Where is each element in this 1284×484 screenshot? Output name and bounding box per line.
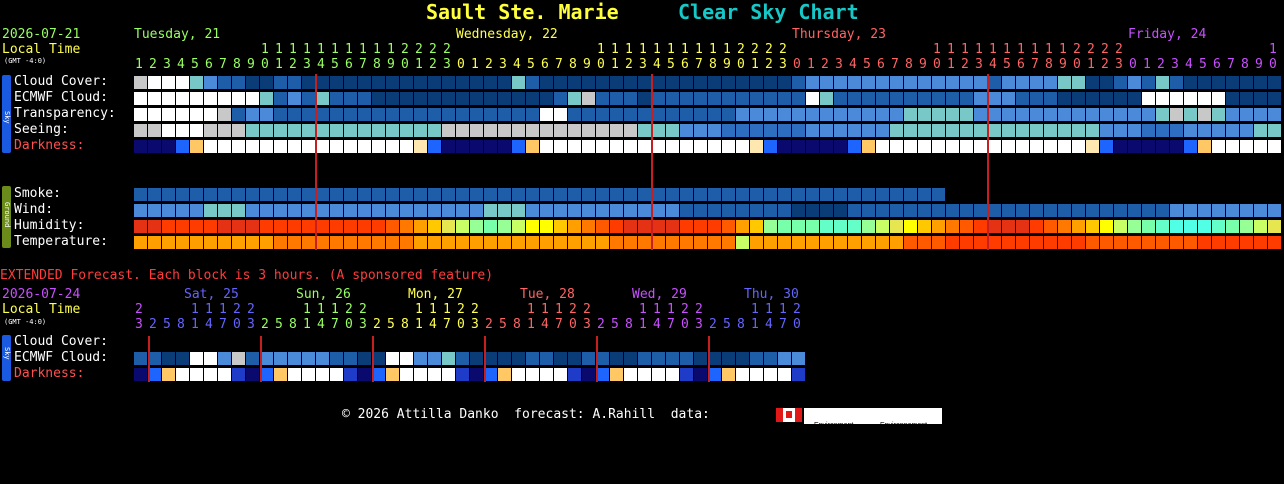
ext-darkness-block[interactable] <box>778 368 791 381</box>
ext-ecmwf-cloud-block[interactable] <box>442 352 455 365</box>
ext-darkness-block[interactable] <box>246 368 259 381</box>
ext-ecmwf-cloud-block[interactable] <box>288 352 301 365</box>
ext-ecmwf-cloud-block[interactable] <box>554 352 567 365</box>
ext-ecmwf-cloud-block[interactable] <box>722 352 735 365</box>
environment-canada-logo[interactable]: Environment Canada <box>804 408 870 450</box>
ext-darkness-block[interactable] <box>680 368 693 381</box>
ext-darkness-block[interactable] <box>414 368 427 381</box>
ext-ecmwf-cloud-block[interactable] <box>358 352 371 365</box>
ext-ecmwf-cloud-block[interactable] <box>624 352 637 365</box>
ext-ecmwf-cloud-block[interactable] <box>694 352 707 365</box>
environnement-canada-logo[interactable]: Environnement Canada <box>870 408 942 450</box>
ext-darkness-block[interactable] <box>134 368 147 381</box>
ext-darkness-block[interactable] <box>176 368 189 381</box>
ext-ecmwf-cloud-block[interactable] <box>414 352 427 365</box>
ext-darkness-block[interactable] <box>512 368 525 381</box>
ext-darkness-block[interactable] <box>190 368 203 381</box>
ext-darkness-block[interactable] <box>274 368 287 381</box>
ext-darkness-block[interactable] <box>162 368 175 381</box>
ext-darkness-block[interactable] <box>470 368 483 381</box>
footer-credit: © 2026 Attilla Danko forecast: A.Rahill … <box>342 407 710 422</box>
ext-ecmwf-cloud-block[interactable] <box>400 352 413 365</box>
ext-darkness-block[interactable] <box>288 368 301 381</box>
ext-ecmwf-cloud-block[interactable] <box>330 352 343 365</box>
ext-ecmwf-cloud-block[interactable] <box>428 352 441 365</box>
ext-ecmwf-cloud-block[interactable] <box>736 352 749 365</box>
logo2-line1: Environnement <box>880 422 928 429</box>
logo2-line2: Canada <box>880 443 905 450</box>
ext-ecmwf-cloud-block[interactable] <box>498 352 511 365</box>
ext-darkness-block[interactable] <box>386 368 399 381</box>
ext-ecmwf-cloud-block[interactable] <box>568 352 581 365</box>
ext-ecmwf-cloud-block[interactable] <box>512 352 525 365</box>
ext-ecmwf-cloud-block[interactable] <box>792 352 805 365</box>
ext-darkness-block[interactable] <box>540 368 553 381</box>
logo1-line1: Environment <box>814 422 854 429</box>
extended-forecast-grid[interactable] <box>0 0 1284 424</box>
ext-darkness-block[interactable] <box>582 368 595 381</box>
ext-darkness-block[interactable] <box>302 368 315 381</box>
ext-ecmwf-cloud-block[interactable] <box>638 352 651 365</box>
ext-ecmwf-cloud-block[interactable] <box>666 352 679 365</box>
ext-midnight-line <box>484 336 486 382</box>
ext-ecmwf-cloud-block[interactable] <box>582 352 595 365</box>
ext-darkness-block[interactable] <box>316 368 329 381</box>
ext-ecmwf-cloud-block[interactable] <box>190 352 203 365</box>
ext-darkness-block[interactable] <box>568 368 581 381</box>
ext-darkness-block[interactable] <box>498 368 511 381</box>
ext-darkness-block[interactable] <box>442 368 455 381</box>
ext-darkness-block[interactable] <box>624 368 637 381</box>
ext-ecmwf-cloud-block[interactable] <box>246 352 259 365</box>
ext-darkness-block[interactable] <box>456 368 469 381</box>
ext-midnight-line <box>148 336 150 382</box>
ext-ecmwf-cloud-block[interactable] <box>274 352 287 365</box>
ext-darkness-block[interactable] <box>400 368 413 381</box>
ext-ecmwf-cloud-block[interactable] <box>386 352 399 365</box>
ext-midnight-line <box>708 336 710 382</box>
ext-ecmwf-cloud-block[interactable] <box>316 352 329 365</box>
ext-darkness-block[interactable] <box>638 368 651 381</box>
ext-ecmwf-cloud-block[interactable] <box>176 352 189 365</box>
ext-midnight-line <box>596 336 598 382</box>
ext-darkness-block[interactable] <box>204 368 217 381</box>
ext-ecmwf-cloud-block[interactable] <box>470 352 483 365</box>
ext-darkness-block[interactable] <box>652 368 665 381</box>
ext-midnight-line <box>260 336 262 382</box>
ext-ecmwf-cloud-block[interactable] <box>778 352 791 365</box>
ext-darkness-block[interactable] <box>428 368 441 381</box>
ext-darkness-block[interactable] <box>218 368 231 381</box>
ext-darkness-block[interactable] <box>694 368 707 381</box>
ext-ecmwf-cloud-block[interactable] <box>162 352 175 365</box>
ext-ecmwf-cloud-block[interactable] <box>232 352 245 365</box>
ext-ecmwf-cloud-block[interactable] <box>218 352 231 365</box>
ext-ecmwf-cloud-block[interactable] <box>456 352 469 365</box>
ext-darkness-block[interactable] <box>722 368 735 381</box>
canada-flag-logo[interactable] <box>776 408 802 422</box>
ext-darkness-block[interactable] <box>232 368 245 381</box>
ext-ecmwf-cloud-block[interactable] <box>344 352 357 365</box>
ext-darkness-block[interactable] <box>330 368 343 381</box>
ext-ecmwf-cloud-block[interactable] <box>540 352 553 365</box>
ext-darkness-block[interactable] <box>666 368 679 381</box>
ext-ecmwf-cloud-block[interactable] <box>204 352 217 365</box>
ext-ecmwf-cloud-block[interactable] <box>764 352 777 365</box>
ext-ecmwf-cloud-block[interactable] <box>610 352 623 365</box>
ext-darkness-block[interactable] <box>792 368 805 381</box>
ext-ecmwf-cloud-block[interactable] <box>750 352 763 365</box>
logo1-line2: Canada <box>814 443 839 450</box>
ext-darkness-block[interactable] <box>610 368 623 381</box>
ext-darkness-block[interactable] <box>750 368 763 381</box>
ext-darkness-block[interactable] <box>344 368 357 381</box>
ext-darkness-block[interactable] <box>358 368 371 381</box>
ext-ecmwf-cloud-block[interactable] <box>680 352 693 365</box>
ext-ecmwf-cloud-block[interactable] <box>134 352 147 365</box>
ext-darkness-block[interactable] <box>526 368 539 381</box>
ext-ecmwf-cloud-block[interactable] <box>526 352 539 365</box>
ext-ecmwf-cloud-block[interactable] <box>652 352 665 365</box>
ext-darkness-block[interactable] <box>764 368 777 381</box>
ext-midnight-line <box>372 336 374 382</box>
ext-darkness-block[interactable] <box>736 368 749 381</box>
ext-ecmwf-cloud-block[interactable] <box>302 352 315 365</box>
ext-darkness-block[interactable] <box>554 368 567 381</box>
